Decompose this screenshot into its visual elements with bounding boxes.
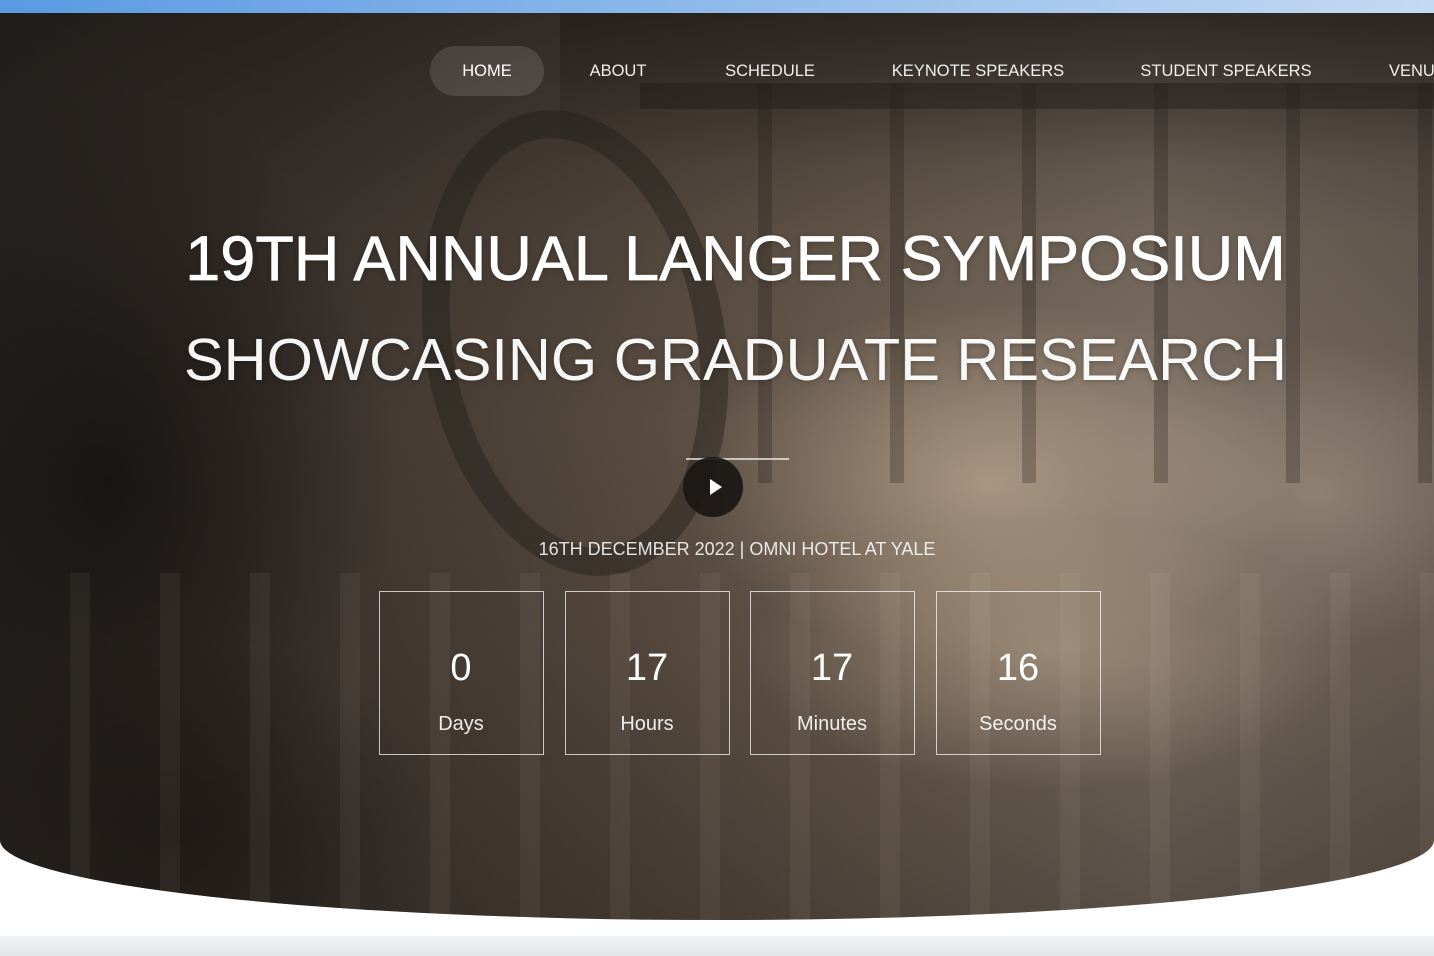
nav-item-venue[interactable]: VENU — [1389, 46, 1434, 96]
countdown-seconds: 16 Seconds — [936, 591, 1101, 755]
countdown-unit-label: Days — [438, 713, 484, 735]
countdown-value: 0 — [450, 647, 472, 689]
page-title: 19TH ANNUAL LANGER SYMPOSIUM — [185, 224, 1286, 295]
countdown-value: 17 — [625, 647, 669, 689]
countdown-unit-label: Seconds — [979, 713, 1057, 735]
countdown-days: 0 Days — [379, 591, 544, 755]
countdown-value: 17 — [810, 647, 854, 689]
next-section-edge — [0, 936, 1434, 956]
countdown-unit-label: Minutes — [796, 713, 868, 735]
hero-section: HOME ABOUT SCHEDULE KEYNOTE SPEAKERS STU… — [0, 13, 1434, 920]
nav-item-home[interactable]: HOME — [430, 46, 544, 96]
countdown-value: 16 — [996, 647, 1040, 689]
nav-item-keynote-speakers[interactable]: KEYNOTE SPEAKERS — [878, 46, 1078, 96]
nav-item-about[interactable]: ABOUT — [568, 46, 668, 96]
top-accent-bar — [0, 0, 1434, 14]
nav-item-schedule[interactable]: SCHEDULE — [700, 46, 840, 96]
countdown-hours: 17 Hours — [565, 591, 730, 755]
countdown-minutes: 17 Minutes — [750, 591, 915, 755]
countdown-unit-label: Hours — [620, 713, 674, 735]
play-video-button[interactable] — [683, 457, 743, 517]
page-subtitle: SHOWCASING GRADUATE RESEARCH — [183, 326, 1288, 393]
nav-item-student-speakers[interactable]: STUDENT SPEAKERS — [1126, 46, 1326, 96]
play-icon — [709, 479, 722, 495]
event-date-location: 16TH DECEMBER 2022 | OMNI HOTEL AT YALE — [538, 539, 936, 559]
